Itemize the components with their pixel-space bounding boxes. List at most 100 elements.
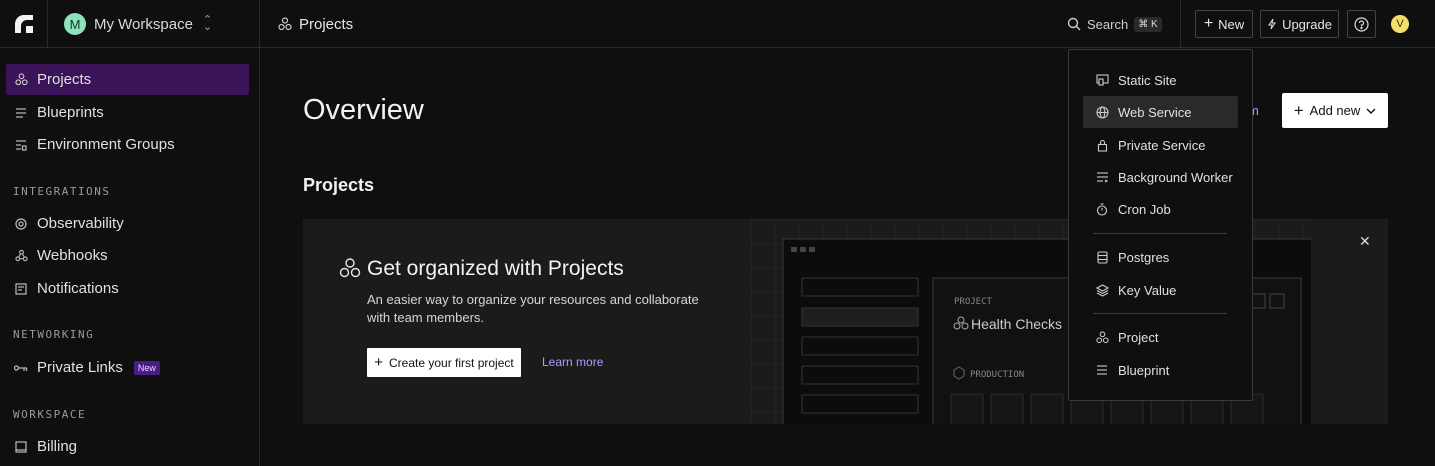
sidebar-item-label: Billing <box>37 438 78 455</box>
env-icon <box>14 138 28 152</box>
projects-icon <box>1095 330 1109 344</box>
menu-item-private-service[interactable]: Private Service <box>1083 129 1238 161</box>
create-project-button[interactable]: + Create your first project <box>367 348 521 377</box>
observability-icon <box>14 217 28 231</box>
billing-icon <box>14 440 28 454</box>
list-icon <box>14 106 28 120</box>
illus-project-label: PROJECT <box>954 297 993 307</box>
sidebar-item-billing[interactable]: Billing <box>6 431 249 462</box>
projects-heading: Projects <box>303 175 375 195</box>
menu-item-label: Background Worker <box>1118 169 1233 185</box>
illus-env-label: PRODUCTION <box>970 370 1024 380</box>
projects-icon <box>14 73 28 87</box>
menu-item-project[interactable]: Project <box>1083 321 1238 353</box>
menu-item-label: Private Service <box>1118 137 1206 153</box>
sidebar-item-notifications[interactable]: Notifications <box>6 273 249 304</box>
illus-project-name: Health Checks <box>971 316 1062 332</box>
search-button[interactable]: Search ⌘ K <box>1067 14 1162 34</box>
workspace-switcher[interactable]: M My Workspace ⌃ ⌄ <box>48 0 260 48</box>
page-title: Overview <box>303 94 424 126</box>
menu-item-background-worker[interactable]: Background Worker <box>1083 161 1238 193</box>
link-icon <box>14 361 28 375</box>
logo[interactable] <box>0 0 48 48</box>
search-label: Search <box>1087 16 1129 32</box>
workspace-name: My Workspace <box>94 15 193 33</box>
layers-icon <box>1095 283 1109 297</box>
menu-item-label: Postgres <box>1118 249 1170 265</box>
projects-icon <box>339 258 361 278</box>
render-logo-icon <box>14 15 33 33</box>
sidebar-item-label: Blueprints <box>37 104 104 121</box>
projects-icon <box>278 17 292 31</box>
menu-item-blueprint[interactable]: Blueprint <box>1083 354 1238 386</box>
integrations-heading: INTEGRATIONS <box>13 185 111 198</box>
plus-icon: + <box>1203 15 1214 32</box>
menu-item-label: Static Site <box>1118 72 1177 88</box>
search-shortcut: ⌘ K <box>1134 16 1162 32</box>
sidebar-item-label: Notifications <box>37 280 119 297</box>
list-icon <box>1095 363 1109 377</box>
database-icon <box>1095 250 1109 264</box>
plus-icon: + <box>374 354 384 371</box>
sidebar-item-blueprints[interactable]: Blueprints <box>6 97 249 128</box>
upgrade-button[interactable]: Upgrade <box>1260 10 1339 38</box>
webhook-icon <box>14 249 28 263</box>
static-site-icon <box>1095 73 1109 87</box>
sidebar-item-observability[interactable]: Observability <box>6 208 249 239</box>
menu-item-label: Blueprint <box>1118 362 1170 378</box>
networking-heading: NETWORKING <box>13 328 95 341</box>
sidebar-item-label: Environment Groups <box>37 136 175 153</box>
menu-divider <box>1093 313 1227 314</box>
menu-item-label: Project <box>1118 329 1159 345</box>
lock-icon <box>1095 138 1109 152</box>
plus-icon: + <box>1293 100 1304 120</box>
top-bar: M My Workspace ⌃ ⌄ Projects Search ⌘ K + … <box>0 0 1435 48</box>
user-avatar[interactable]: V <box>1391 15 1409 33</box>
new-label: New <box>1218 16 1245 32</box>
add-new-button[interactable]: + Add new <box>1282 93 1388 128</box>
menu-item-label: Web Service <box>1118 104 1192 120</box>
menu-item-label: Key Value <box>1118 282 1177 298</box>
breadcrumb[interactable]: Projects <box>278 0 353 48</box>
sidebar-item-label: Webhooks <box>37 247 108 264</box>
new-badge: New <box>133 360 160 375</box>
worker-icon <box>1095 170 1109 184</box>
sidebar-item-webhooks[interactable]: Webhooks <box>6 240 249 271</box>
menu-item-key-value[interactable]: Key Value <box>1083 274 1238 306</box>
menu-item-cron-job[interactable]: Cron Job <box>1083 193 1238 225</box>
new-dropdown-menu: Static Site Web Service Private Service … <box>1068 49 1253 401</box>
new-button[interactable]: + New <box>1195 10 1253 38</box>
menu-item-label: Cron Job <box>1118 201 1171 217</box>
card-title: Get organized with Projects <box>367 257 624 280</box>
create-project-label: Create your first project <box>389 355 514 370</box>
lightning-icon <box>1268 18 1276 30</box>
sidebar-item-label: Private Links <box>37 359 123 376</box>
close-icon[interactable]: ✕ <box>1359 233 1371 250</box>
workspace-avatar: M <box>64 13 86 35</box>
menu-divider <box>1093 233 1227 234</box>
help-icon <box>1354 16 1369 32</box>
chevron-down-icon <box>1366 108 1376 114</box>
help-button[interactable] <box>1347 10 1376 38</box>
sidebar: Projects Blueprints Environment Groups I… <box>0 48 260 466</box>
workspace-heading: WORKSPACE <box>13 408 87 421</box>
globe-icon <box>1095 105 1109 119</box>
sidebar-item-label: Observability <box>37 215 124 232</box>
notification-icon <box>14 282 28 296</box>
learn-more-link[interactable]: Learn more <box>542 355 603 369</box>
search-icon <box>1067 17 1081 31</box>
divider <box>1180 0 1181 48</box>
chevron-updown-icon: ⌃ ⌄ <box>202 14 213 33</box>
menu-item-postgres[interactable]: Postgres <box>1083 241 1238 273</box>
stopwatch-icon <box>1095 202 1109 216</box>
sidebar-item-private-links[interactable]: Private Links New <box>6 352 249 383</box>
menu-item-web-service[interactable]: Web Service <box>1083 96 1238 128</box>
sidebar-item-projects[interactable]: Projects <box>6 64 249 95</box>
card-description: An easier way to organize your resources… <box>367 292 699 325</box>
menu-item-static-site[interactable]: Static Site <box>1083 64 1238 96</box>
breadcrumb-label: Projects <box>299 15 354 33</box>
add-new-label: Add new <box>1309 103 1361 118</box>
sidebar-item-environment-groups[interactable]: Environment Groups <box>6 129 249 160</box>
upgrade-label: Upgrade <box>1282 16 1332 32</box>
sidebar-item-label: Projects <box>37 71 92 88</box>
